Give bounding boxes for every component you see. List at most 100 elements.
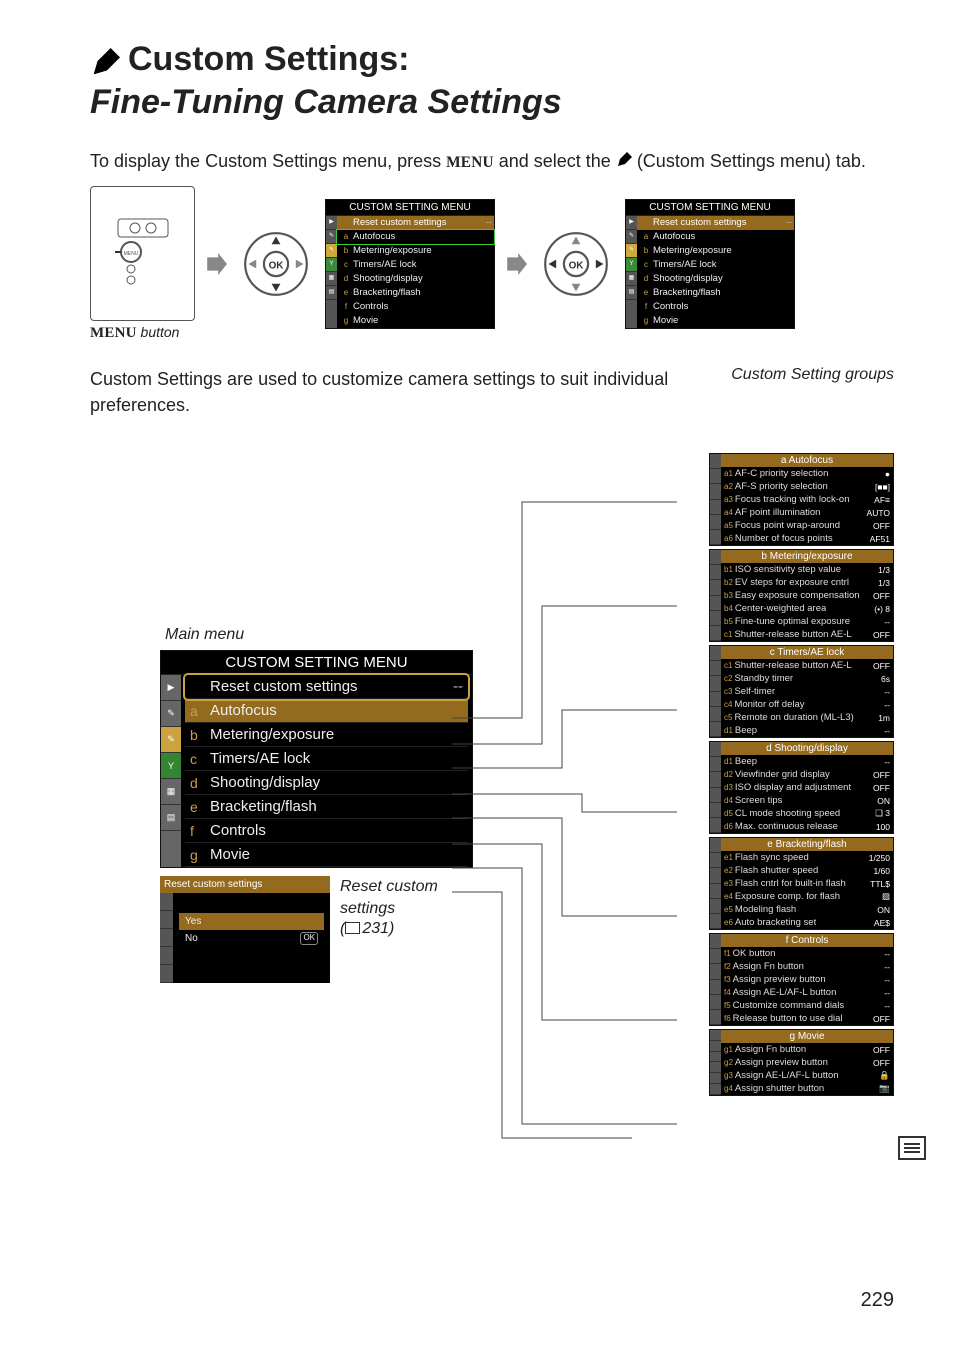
group-title: g Movie — [721, 1030, 893, 1043]
reset-caption-l1: Reset custom — [340, 878, 438, 895]
lcd-row: gMovie — [337, 314, 494, 328]
arrow-right-icon — [205, 253, 227, 275]
lcd-row: bMetering/exposure — [337, 244, 494, 258]
group-row: e3Flash cntrl for built-in flashTTL$ — [721, 877, 893, 890]
group-row: a5Focus point wrap-aroundOFF — [721, 519, 893, 532]
bigmenu-row: eBracketing/flash — [185, 795, 468, 819]
reset-caption: Reset custom settings — [340, 876, 438, 919]
menu-button-caption-text: button — [137, 324, 180, 340]
pencil-icon — [90, 48, 120, 78]
reset-screenshot: Reset custom settings Yes No OK — [160, 876, 330, 983]
group-row: b1ISO sensitivity step value1/3 — [721, 563, 893, 576]
reset-no: No OK — [179, 930, 324, 947]
group-row: e6Auto bracketing setAE$ — [721, 916, 893, 929]
group-row: g3Assign AE-L/AF-L button🔒 — [721, 1069, 893, 1082]
lcd-row: aAutofocus — [637, 230, 794, 244]
book-icon — [345, 922, 360, 934]
group-title: d Shooting/display — [721, 742, 893, 755]
page-number: 229 — [861, 1289, 894, 1312]
lcd-row: eBracketing/flash — [337, 286, 494, 300]
bigmenu-row: bMetering/exposure — [185, 723, 468, 747]
arrow-right-icon — [505, 253, 527, 275]
reset-title: Reset custom settings — [160, 876, 330, 893]
group-row: c1Shutter-release button AE-LOFF — [721, 659, 893, 672]
group-row: b5Fine-tune optimal exposure-- — [721, 615, 893, 628]
lcd-row: fControls — [337, 300, 494, 314]
lcd-title: CUSTOM SETTING MENU — [326, 200, 494, 216]
intro-mid: and select the — [494, 151, 616, 171]
reset-ref: (231) — [340, 920, 438, 938]
ok-icon: OK — [300, 932, 318, 945]
dpad-illustration: OK — [537, 231, 615, 297]
bigmenu-row: aAutofocus — [185, 699, 468, 723]
group-row: f4Assign AE-L/AF-L button-- — [721, 986, 893, 999]
group-title: b Metering/exposure — [721, 550, 893, 563]
reset-yes: Yes — [179, 913, 324, 930]
group-row: d4Screen tipsON — [721, 794, 893, 807]
group-row: b3Easy exposure compensationOFF — [721, 589, 893, 602]
setting-group: g Movieg1Assign Fn buttonOFFg2Assign pre… — [709, 1029, 894, 1096]
group-row: g4Assign shutter button📷 — [721, 1082, 893, 1095]
group-row: d1Beep-- — [721, 724, 893, 737]
bigmenu-row: Reset custom settings-- — [185, 675, 468, 699]
lcd-screenshot-2: CUSTOM SETTING MENU ▶✎✎Y▦▤ Reset custom … — [625, 199, 795, 329]
group-row: e1Flash sync speed1/250 — [721, 851, 893, 864]
group-row: d2Viewfinder grid displayOFF — [721, 768, 893, 781]
intro-pre: To display the Custom Settings menu, pre… — [90, 151, 446, 171]
bigmenu-row: cTimers/AE lock — [185, 747, 468, 771]
group-row: a1AF-C priority selection● — [721, 467, 893, 480]
reset-caption-l2: settings — [340, 900, 395, 917]
group-row: d1Beep-- — [721, 755, 893, 768]
dpad-illustration: OK — [237, 231, 315, 297]
setting-group: a Autofocusa1AF-C priority selection●a2A… — [709, 453, 894, 546]
group-row: c2Standby timer6s — [721, 672, 893, 685]
group-row: f5Customize command dials-- — [721, 999, 893, 1012]
group-row: f1OK button-- — [721, 947, 893, 960]
group-row: a6Number of focus pointsAF51 — [721, 532, 893, 545]
title-line1: Custom Settings: — [128, 40, 409, 79]
svg-text:MENU: MENU — [123, 251, 138, 257]
menu-glyph: MENU — [446, 154, 494, 171]
group-title: e Bracketing/flash — [721, 838, 893, 851]
group-row: a3Focus tracking with lock-onAF≡ — [721, 493, 893, 506]
body-para: Custom Settings are used to customize ca… — [90, 366, 674, 418]
group-title: a Autofocus — [721, 454, 893, 467]
menu-glyph-caption: MENU — [90, 325, 137, 341]
camera-illustration: MENU — [90, 186, 195, 321]
lcd-row: gMovie — [637, 314, 794, 328]
group-row: f2Assign Fn button-- — [721, 960, 893, 973]
menu-button-caption: MENU button — [90, 324, 195, 342]
group-title: f Controls — [721, 934, 893, 947]
section-icon — [898, 1136, 926, 1160]
lcd-row: dShooting/display — [637, 272, 794, 286]
lcd-row: eBracketing/flash — [637, 286, 794, 300]
bigmenu-row: gMovie — [185, 843, 468, 867]
group-row: e5Modeling flashON — [721, 903, 893, 916]
lcd-row: fControls — [637, 300, 794, 314]
setting-group: b Metering/exposureb1ISO sensitivity ste… — [709, 549, 894, 642]
lcd-tabs: ▶✎✎Y▦▤ — [326, 216, 337, 328]
group-row: g1Assign Fn buttonOFF — [721, 1043, 893, 1056]
group-row: d5CL mode shooting speed❑ 3 — [721, 807, 893, 820]
setting-group: d Shooting/displayd1Beep--d2Viewfinder g… — [709, 741, 894, 834]
lcd-row: cTimers/AE lock — [637, 258, 794, 272]
group-row: c5Remote on duration (ML-L3)1m — [721, 711, 893, 724]
pencil-icon-small — [616, 149, 632, 165]
group-row: b4Center-weighted area(•) 8 — [721, 602, 893, 615]
setting-group: f Controlsf1OK button--f2Assign Fn butto… — [709, 933, 894, 1026]
svg-text:OK: OK — [269, 261, 285, 272]
setting-group: e Bracketing/flashe1Flash sync speed1/25… — [709, 837, 894, 930]
intro-post: (Custom Settings menu) tab. — [632, 151, 866, 171]
group-title: c Timers/AE lock — [721, 646, 893, 659]
group-row: c4Monitor off delay-- — [721, 698, 893, 711]
lcd-title: CUSTOM SETTING MENU — [626, 200, 794, 216]
lcd-screenshot-1: CUSTOM SETTING MENU ▶✎✎Y▦▤ Reset custom … — [325, 199, 495, 329]
setting-groups-column: a Autofocusa1AF-C priority selection●a2A… — [709, 453, 894, 1096]
lcd-row: Reset custom settings-- — [337, 216, 494, 230]
group-row: a2AF-S priority selection[■■] — [721, 480, 893, 493]
svg-text:OK: OK — [569, 261, 585, 272]
mainmenu-screenshot: CUSTOM SETTING MENU ▶✎✎Y▦▤ Reset custom … — [160, 650, 473, 868]
setting-group: c Timers/AE lockc1Shutter-release button… — [709, 645, 894, 738]
title-line2: Fine-Tuning Camera Settings — [90, 83, 894, 122]
bigmenu-row: fControls — [185, 819, 468, 843]
